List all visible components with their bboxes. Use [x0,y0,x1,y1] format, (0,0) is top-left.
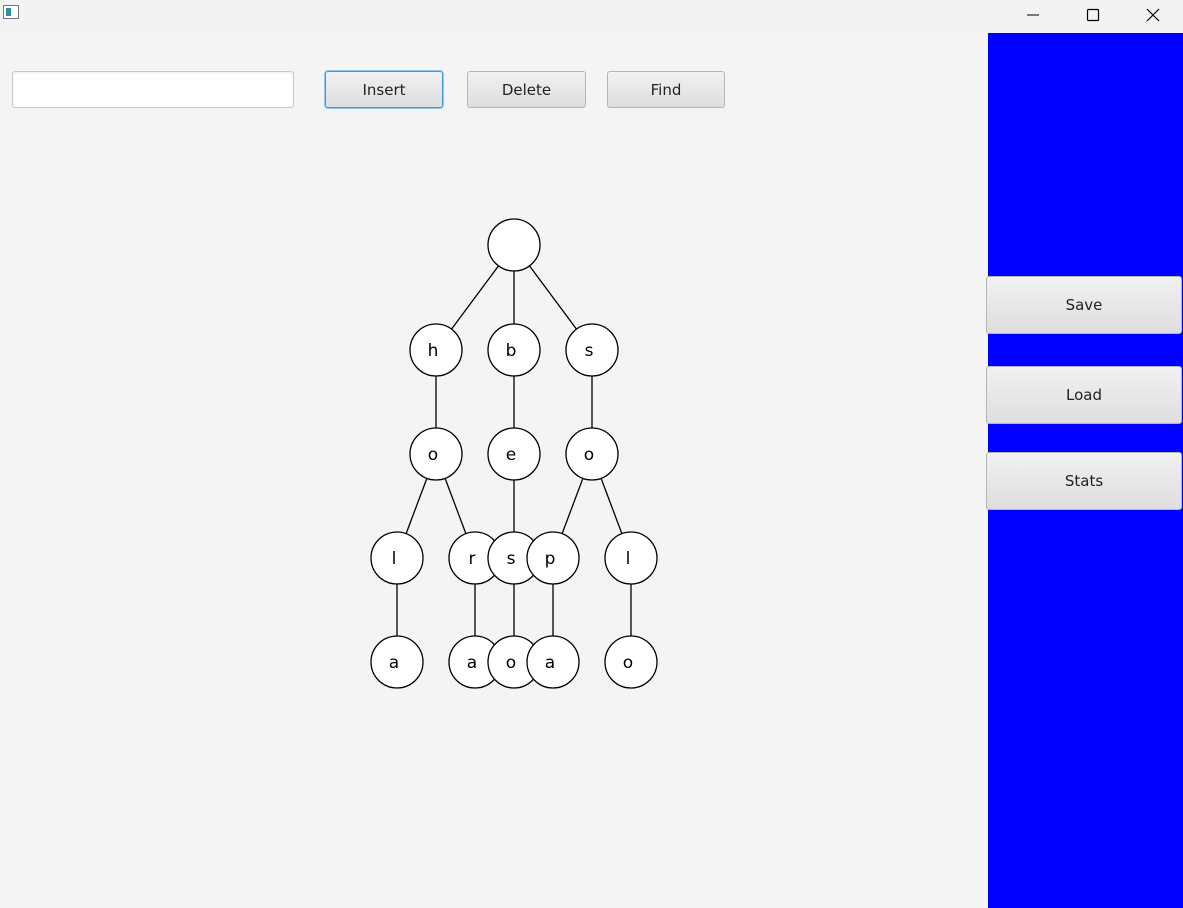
trie-node-label: l [392,549,397,569]
trie-node-label: s [507,549,516,569]
word-input[interactable] [12,71,294,108]
delete-button[interactable]: Delete [467,71,586,108]
trie-node-label: o [428,445,438,465]
trie-edge [405,478,428,534]
title-bar [0,0,1183,33]
trie-node: o [604,635,658,689]
trie-node-label: a [467,653,477,673]
trie-node-label: o [623,653,633,673]
trie-node: l [604,531,658,585]
trie-node-label: p [545,549,556,569]
save-button[interactable]: Save [986,276,1182,334]
maximize-icon [1086,8,1100,22]
trie-node-label: l [626,549,631,569]
trie-node: a [370,635,424,689]
trie-node-label: o [506,653,516,673]
trie-node: e [487,427,541,481]
trie-node: o [565,427,619,481]
trie-node-label: a [389,653,399,673]
close-icon [1146,8,1160,22]
trie-node-label: a [545,653,555,673]
maximize-button[interactable] [1063,0,1123,30]
trie-node: l [370,531,424,585]
trie-node-label: s [585,341,594,361]
trie-node: a [526,635,580,689]
trie-canvas: h b s o e o l r s p l a a o a o [370,218,658,689]
trie-edge [528,265,578,330]
load-button[interactable]: Load [986,366,1182,424]
trie-node: b [487,323,541,377]
trie-node: s [565,323,619,377]
insert-button[interactable]: Insert [325,71,443,108]
minimize-button[interactable] [1003,0,1063,30]
trie-node-circle [370,531,424,585]
trie-edge [444,478,467,534]
trie-node-circle [487,218,541,272]
trie-edge [561,478,584,534]
minimize-icon [1027,14,1039,16]
find-button[interactable]: Find [607,71,725,108]
trie-node: o [409,427,463,481]
trie-node: h [409,323,463,377]
close-button[interactable] [1123,0,1183,30]
trie-node-label: b [506,341,517,361]
trie-node-label: h [428,341,439,361]
stats-button[interactable]: Stats [986,452,1182,510]
trie-node: p [526,531,580,585]
trie-node-circle [604,531,658,585]
trie-edge [450,265,500,330]
trie-node-label: o [584,445,594,465]
app-window-icon [3,5,19,19]
app-window: Insert Delete Find h b s o e o l r s p l a a o a o Save… [0,0,1183,908]
trie-edge [600,478,623,534]
trie-node-label: e [506,445,516,465]
trie-node [487,218,541,272]
trie-node-label: r [469,549,476,569]
